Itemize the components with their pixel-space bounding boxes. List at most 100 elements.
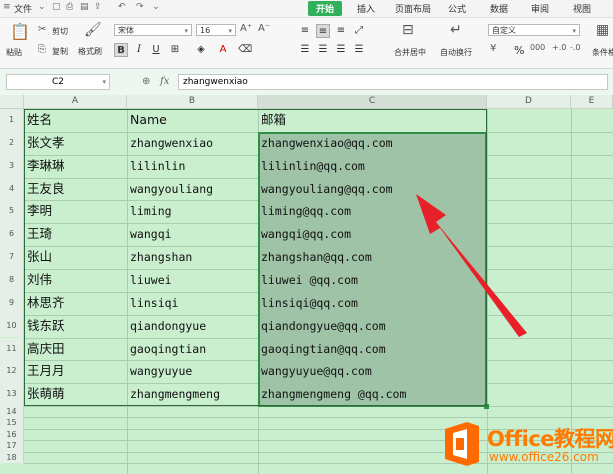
clear-format-icon[interactable]: ⌫ <box>238 43 252 57</box>
format-painter-icon[interactable]: 🖌 <box>84 22 102 38</box>
align-middle-icon[interactable]: ≡ <box>316 24 330 38</box>
grid-line <box>24 417 613 419</box>
watermark-url: www.office26.com <box>489 450 599 464</box>
number-format-select[interactable]: 自定义 ▾ <box>488 24 580 36</box>
table-border <box>24 109 487 406</box>
row-header[interactable]: 8 <box>0 268 24 292</box>
row-header[interactable]: 6 <box>0 223 24 247</box>
currency-icon[interactable]: ¥ <box>490 43 496 54</box>
undo-icon[interactable]: ↶ <box>118 2 126 12</box>
row-header[interactable]: 11 <box>0 337 24 361</box>
font-name-select[interactable]: 宋体 ▾ <box>114 24 192 36</box>
underline-button[interactable]: U <box>149 43 163 57</box>
justify-icon[interactable]: ☰ <box>352 43 366 57</box>
copy-button[interactable]: 复制 <box>52 46 68 57</box>
office-logo-icon <box>445 422 479 466</box>
menu-bar: ≡ 文件 ⌄ ▢ ⎙ ▤ ⇪ ↶ ↷ ⌄ 开始 插入 页面布局 公式 数据 审阅… <box>0 0 613 18</box>
tab-view[interactable]: 视图 <box>573 2 591 15</box>
print-preview-icon[interactable]: ▤ <box>80 2 89 12</box>
column-header-a[interactable]: A <box>24 95 127 109</box>
font-color-icon[interactable]: A <box>216 43 230 57</box>
column-header-c[interactable]: C <box>258 95 487 109</box>
row-header[interactable]: 2 <box>0 131 24 155</box>
font-size-value: 16 <box>200 26 211 35</box>
conditional-format-button[interactable]: 条件格 <box>592 47 613 58</box>
more-icon[interactable]: ⌄ <box>152 2 160 12</box>
wrap-icon[interactable]: ↵ <box>450 22 462 38</box>
decrease-font-icon[interactable]: A⁻ <box>258 23 270 34</box>
row-header[interactable]: 7 <box>0 246 24 269</box>
row-header[interactable]: 4 <box>0 177 24 201</box>
fill-color-icon[interactable]: ◈ <box>194 43 208 57</box>
copy-icon[interactable]: ⎘ <box>38 44 46 55</box>
merge-center-button[interactable]: 合并居中 <box>394 47 426 58</box>
cut-button[interactable]: 剪切 <box>52 26 68 37</box>
row-header[interactable]: 3 <box>0 154 24 178</box>
row-header[interactable]: 18 <box>0 451 24 464</box>
export-icon[interactable]: ⇪ <box>94 2 102 12</box>
row-header[interactable]: 1 <box>0 109 24 132</box>
formula-input[interactable]: zhangwenxiao <box>178 74 608 90</box>
align-right-icon[interactable]: ☰ <box>334 43 348 57</box>
percent-button[interactable]: % <box>514 44 524 57</box>
italic-button[interactable]: I <box>132 43 146 57</box>
tab-formulas[interactable]: 公式 <box>448 2 466 15</box>
scissors-icon[interactable]: ✂ <box>38 24 46 35</box>
orientation-icon[interactable]: ⤢ <box>352 24 366 38</box>
column-header-d[interactable]: D <box>487 95 571 109</box>
name-box[interactable]: C2 ▾ <box>6 74 110 90</box>
chevron-down-icon: ▾ <box>572 27 576 35</box>
zoom-icon[interactable]: ⊕ <box>142 76 150 87</box>
paste-icon[interactable]: 📋 <box>10 22 30 41</box>
row-header[interactable]: 10 <box>0 314 24 338</box>
merge-icon[interactable]: ⊟ <box>402 22 414 38</box>
tab-data[interactable]: 数据 <box>490 2 508 15</box>
bold-button[interactable]: B <box>114 43 128 57</box>
menu-icon[interactable]: ≡ <box>3 2 11 12</box>
conditional-format-icon[interactable]: ▦ <box>596 22 609 38</box>
tab-home[interactable]: 开始 <box>308 1 343 16</box>
decrease-decimal-icon[interactable]: -.0 <box>570 43 581 52</box>
row-header[interactable]: 16 <box>0 428 24 441</box>
row-header[interactable]: 12 <box>0 360 24 384</box>
align-center-icon[interactable]: ☰ <box>316 43 330 57</box>
print-icon[interactable]: ⎙ <box>66 2 73 12</box>
chevron-down-icon: ▾ <box>228 27 232 35</box>
increase-font-icon[interactable]: A⁺ <box>240 23 252 34</box>
number-format-value: 自定义 <box>492 26 516 35</box>
row-header[interactable]: 14 <box>0 406 24 418</box>
row-header[interactable]: 17 <box>0 440 24 452</box>
row-header[interactable]: 13 <box>0 383 24 407</box>
watermark-brand: Office教程网 <box>487 427 613 451</box>
increase-decimal-icon[interactable]: +.0 <box>552 43 566 52</box>
file-menu[interactable]: 文件 <box>14 2 32 15</box>
thousands-icon[interactable]: 000 <box>530 43 545 52</box>
row-header[interactable]: 5 <box>0 200 24 224</box>
select-all-corner[interactable] <box>0 95 24 109</box>
row-header[interactable]: 9 <box>0 291 24 315</box>
font-name-value: 宋体 <box>118 26 134 35</box>
formula-bar: C2 ▾ ⊕ fx zhangwenxiao <box>0 69 613 96</box>
column-header-b[interactable]: B <box>127 95 258 109</box>
save-icon[interactable]: ▢ <box>52 2 61 12</box>
row-header[interactable]: 15 <box>0 417 24 429</box>
border-icon[interactable]: ⊞ <box>168 43 182 57</box>
chevron-down-icon: ▾ <box>102 78 106 86</box>
paste-button[interactable]: 粘贴 <box>6 47 22 58</box>
format-painter-button[interactable]: 格式刷 <box>78 46 102 57</box>
column-header-e[interactable]: E <box>571 95 613 109</box>
wrap-text-button[interactable]: 自动换行 <box>440 47 472 58</box>
chevron-down-icon[interactable]: ⌄ <box>38 2 46 12</box>
name-box-value: C2 <box>51 77 64 87</box>
tab-page-layout[interactable]: 页面布局 <box>395 2 431 15</box>
tab-review[interactable]: 审阅 <box>531 2 549 15</box>
font-size-select[interactable]: 16 ▾ <box>196 24 236 36</box>
redo-icon[interactable]: ↷ <box>136 2 144 12</box>
watermark-logo: Office教程网 www.office26.com <box>443 421 613 471</box>
align-bottom-icon[interactable]: ≡ <box>334 24 348 38</box>
align-left-icon[interactable]: ☰ <box>298 43 312 57</box>
fx-button[interactable]: fx <box>160 76 169 87</box>
tab-insert[interactable]: 插入 <box>357 2 375 15</box>
ribbon-toolbar: 📋 粘贴 ✂ 剪切 ⎘ 复制 🖌 格式刷 宋体 ▾ 16 ▾ A⁺ A⁻ B I U… <box>0 18 613 69</box>
align-top-icon[interactable]: ≡ <box>298 24 312 38</box>
